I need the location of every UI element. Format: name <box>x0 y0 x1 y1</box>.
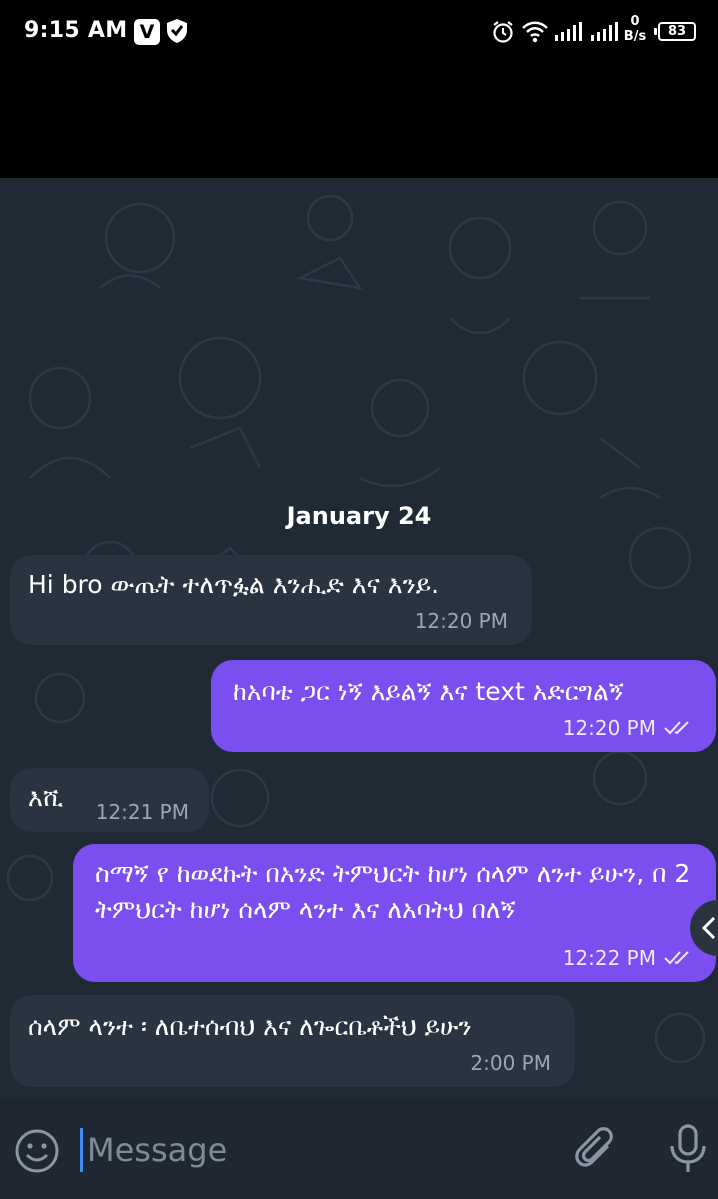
message-time: 12:20 PM <box>562 716 656 740</box>
shield-icon <box>166 18 188 48</box>
message-meta: 12:22 PM <box>563 946 692 970</box>
message-meta: 12:20 PM <box>563 716 692 740</box>
message-meta: 12:21 PM <box>96 800 189 824</box>
message-time: 2:00 PM <box>470 1051 551 1075</box>
battery-icon: 83 <box>654 22 696 41</box>
message-bubble-incoming[interactable]: ሰላም ላንተ ፡ ለቤተሰብህ እና ለጐርቤቶችህ ይሁን 2:00 PM <box>10 995 575 1087</box>
status-bar: 9:15 AM V 0 B/s 83 <box>0 0 718 178</box>
message-time: 12:20 PM <box>414 609 508 633</box>
share-icon <box>701 916 716 940</box>
vpn-icon: V <box>134 19 160 45</box>
message-text: ሰላም ላንተ ፡ ለቤተሰብህ እና ለጐርቤቶችህ ይሁን <box>28 1012 472 1041</box>
message-bubble-incoming[interactable]: Hi bro ውጤት ተለጥፏል እንሒድ እና እንይ. 12:20 PM <box>10 555 532 645</box>
signal-icon <box>555 22 585 46</box>
message-time: 12:21 PM <box>95 800 189 824</box>
alarm-icon <box>491 20 515 48</box>
double-check-icon <box>664 946 692 970</box>
message-meta: 2:00 PM <box>470 1051 551 1075</box>
message-meta: 12:20 PM <box>415 609 508 633</box>
message-text: ከአባቴ ጋር ነኝ እይልኝ እና text አድርግልኝ <box>233 677 624 706</box>
network-speed: 0 B/s <box>622 14 648 44</box>
date-separator: January 24 <box>286 502 432 530</box>
message-time: 12:22 PM <box>562 946 656 970</box>
message-text: Hi bro ውጤት ተለጥፏል እንሒድ እና እንይ. <box>28 570 440 599</box>
chat-area[interactable]: January 24 Hi bro ውጤት ተለጥፏል እንሒድ እና እንይ.… <box>0 178 718 1100</box>
message-input[interactable] <box>80 1128 550 1172</box>
status-time: 9:15 AM <box>24 18 128 43</box>
network-speed-unit: B/s <box>623 29 647 44</box>
signal-icon <box>591 22 621 46</box>
attach-icon[interactable] <box>574 1126 618 1180</box>
message-text: እሺ <box>28 783 64 812</box>
mic-icon[interactable] <box>668 1124 708 1180</box>
network-speed-value: 0 <box>630 14 640 29</box>
message-text: ስማኝ የ ከወደኩት በአንድ ትምህርት ከሆነ ሰላም ለንተ ይሁን, … <box>95 859 691 924</box>
message-composer <box>0 1100 718 1199</box>
emoji-icon[interactable] <box>14 1128 60 1178</box>
wifi-icon <box>522 21 548 47</box>
double-check-icon <box>664 716 692 740</box>
message-bubble-outgoing[interactable]: ከአባቴ ጋር ነኝ እይልኝ እና text አድርግልኝ 12:20 PM <box>211 660 716 752</box>
message-bubble-incoming[interactable]: እሺ 12:21 PM <box>10 768 209 832</box>
message-bubble-outgoing[interactable]: ስማኝ የ ከወደኩት በአንድ ትምህርት ከሆነ ሰላም ለንተ ይሁን, … <box>73 844 716 982</box>
